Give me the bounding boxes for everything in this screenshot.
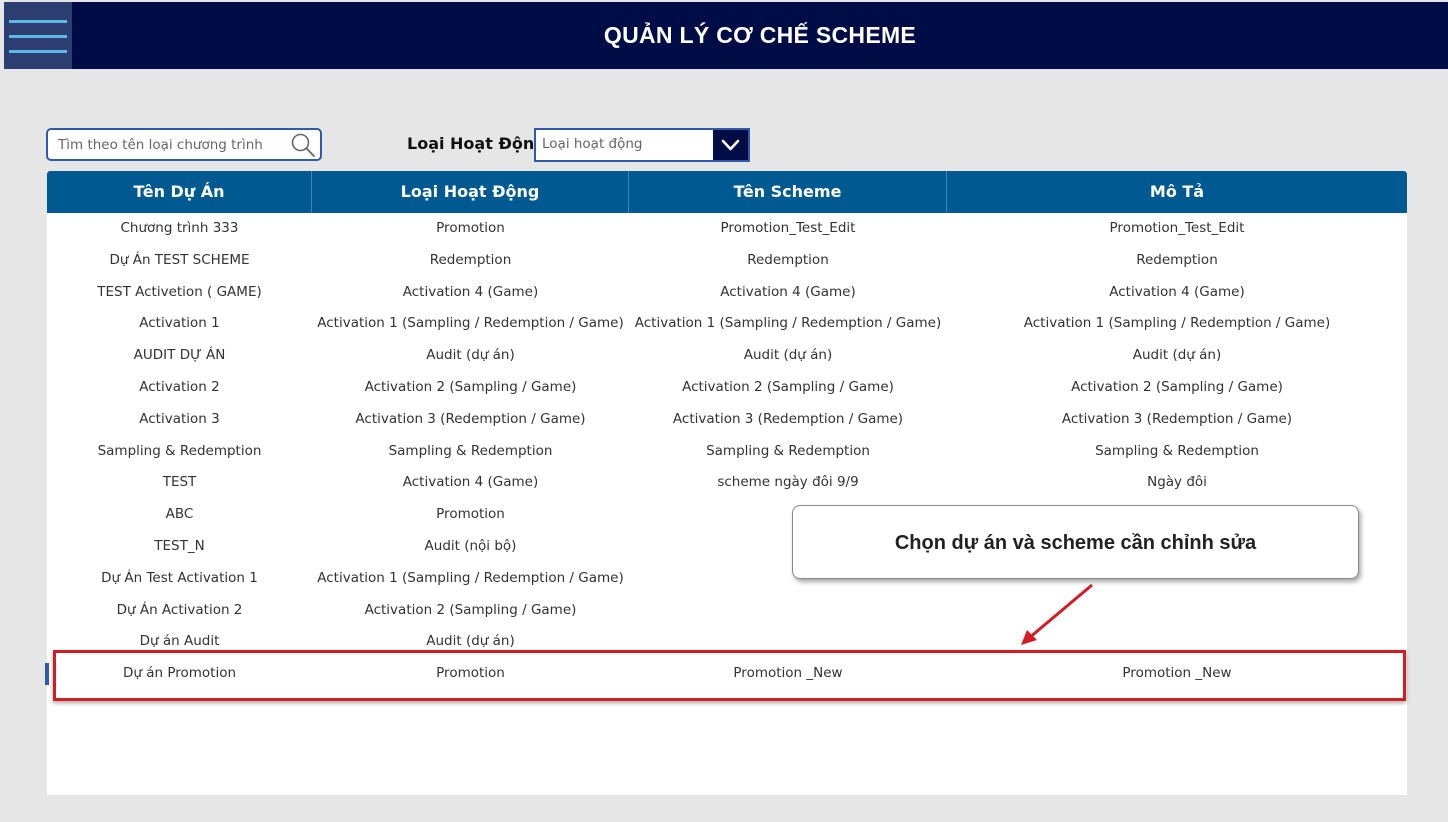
hamburger-menu-button[interactable] [4, 2, 72, 69]
dropdown-button[interactable] [713, 130, 748, 160]
cell-activity-type: Activation 4 (Game) [402, 283, 539, 300]
cell-description: Activation 2 (Sampling / Game) [1071, 379, 1283, 395]
cell-scheme-name: Activation 1 (Sampling / Redemption / Ga… [634, 315, 942, 332]
cell-activity-type: Activation 1 (Sampling / Redemption / Ga… [317, 569, 624, 586]
table-row[interactable]: TEST Activetion ( GAME) Activation 4 (Gam… [47, 277, 1407, 309]
cell-scheme-name: Activation 2 (Sampling / Game) [682, 379, 894, 395]
cell-scheme-name: Promotion_Test_Edit [720, 220, 856, 236]
selected-row-highlight [53, 650, 1406, 701]
cell-description: Activation 4 (Game) [1109, 283, 1245, 300]
cell-description: Activation 3 (Redemption / Game) [1061, 410, 1293, 427]
cell-activity-type: Promotion [436, 506, 505, 523]
search-input[interactable] [58, 134, 283, 156]
instruction-callout: Chọn dự án và scheme cần chỉnh sửa [792, 505, 1359, 579]
cell-scheme-name: Activation 4 (Game) [720, 283, 856, 300]
cell-description: Sampling & Redemption [1095, 442, 1259, 459]
cell-description: Activation 1 (Sampling / Redemption / Ga… [1023, 315, 1331, 332]
column-header-activity-type[interactable]: Loại Hoạt Động [312, 171, 629, 213]
table-row[interactable]: TEST Activation 4 (Game) scheme ngày đôi 9… [47, 467, 1407, 499]
scheme-table: Tên Dự Án Loại Hoạt Động Tên Scheme Mô T… [45, 171, 1407, 795]
search-box[interactable] [46, 128, 322, 161]
cell-activity-type: Activation 2 (Sampling / Game) [364, 601, 577, 618]
column-header-scheme-name[interactable]: Tên Scheme [629, 171, 947, 213]
callout-arrow-icon [1021, 583, 1093, 645]
table-row[interactable]: Dự Án Activation 2 Activation 2 (Sampling… [47, 595, 1407, 627]
table-row[interactable]: Activation 3 Activation 3 (Redemption / G… [47, 404, 1407, 436]
table-row[interactable]: AUDIT DỰ ÁN Audit (dự án) Audit (dự án) Aud… [47, 340, 1407, 372]
page-title: QUẢN LÝ CƠ CHẾ SCHEME [603, 22, 917, 48]
table-row[interactable]: Chương trình 333 Promotion Promotion_Test_… [47, 213, 1407, 245]
cell-project: TEST [162, 474, 197, 491]
cell-project: Dự Án TEST SCHEME [109, 251, 250, 268]
app-header: QUẢN LÝ CƠ CHẾ SCHEME [4, 2, 1448, 69]
cell-project: Dự Án Activation 2 [116, 601, 243, 618]
cell-scheme-name [629, 595, 947, 627]
cell-project: Activation 2 [139, 379, 220, 395]
cell-project: AUDIT DỰ ÁN [133, 347, 226, 364]
cell-scheme-name: Sampling & Redemption [706, 442, 870, 459]
cell-project: ABC [165, 506, 194, 523]
cell-activity-type: Activation 4 (Game) [402, 474, 539, 491]
table-row[interactable]: Activation 2 Activation 2 (Sampling / Gam… [47, 372, 1407, 404]
cell-project: Sampling & Redemption [97, 442, 262, 459]
activity-type-select[interactable]: Loại hoạt động [534, 128, 750, 162]
cell-scheme-name: scheme ngày đôi 9/9 [717, 474, 859, 491]
cell-scheme-name: Audit (dự án) [743, 347, 833, 364]
cell-activity-type: Activation 3 (Redemption / Game) [355, 410, 586, 427]
cell-description: Promotion_Test_Edit [1109, 220, 1245, 236]
table-header: Tên Dự Án Loại Hoạt Động Tên Scheme Mô T… [47, 171, 1407, 213]
cell-project: Activation 1 [139, 315, 220, 332]
chevron-down-icon [721, 139, 740, 151]
cell-description: Audit (dự án) [1132, 347, 1222, 364]
cell-activity-type: Audit (dự án) [426, 347, 515, 364]
cell-project: TEST_N [154, 538, 205, 554]
cell-project: Activation 3 [139, 410, 220, 427]
table-row[interactable]: Activation 1 Activation 1 (Sampling / Red… [47, 308, 1407, 340]
search-icon[interactable] [290, 132, 316, 158]
activity-filter-label: Loại Hoạt Động [407, 134, 546, 153]
cell-activity-type: Sampling & Redemption [388, 442, 553, 459]
cell-activity-type: Promotion [436, 220, 505, 236]
cell-description: Redemption [1136, 251, 1218, 268]
column-header-description[interactable]: Mô Tả [947, 171, 1407, 213]
cell-activity-type: Audit (nội bộ) [424, 538, 517, 554]
cell-project: Chương trình 333 [120, 220, 239, 236]
cell-project: Dự Án Test Activation 1 [101, 569, 258, 586]
cell-activity-type: Activation 1 (Sampling / Redemption / Ga… [317, 315, 624, 332]
table-row[interactable]: Dự Án TEST SCHEME Redemption Redemption Red… [47, 245, 1407, 277]
cell-scheme-name: Redemption [747, 251, 829, 268]
cell-scheme-name: Activation 3 (Redemption / Game) [672, 410, 904, 427]
cell-project: TEST Activetion ( GAME) [97, 283, 262, 300]
activity-select-value: Loại hoạt động [542, 136, 643, 152]
cell-activity-type: Activation 2 (Sampling / Game) [364, 379, 577, 395]
column-header-project[interactable]: Tên Dự Án [47, 171, 312, 213]
hamburger-menu-icon [9, 20, 67, 23]
cell-activity-type: Redemption [429, 251, 512, 268]
cell-description: Ngày đôi [1147, 474, 1207, 491]
table-row[interactable]: Sampling & Redemption Sampling & Redempti… [47, 436, 1407, 468]
